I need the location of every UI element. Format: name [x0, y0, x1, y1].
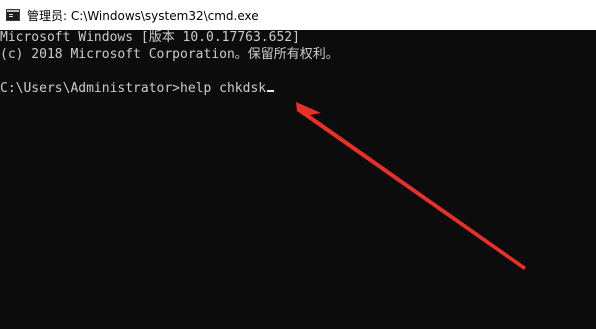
command-line[interactable]: C:\Users\Administrator>help chkdsk	[0, 81, 275, 97]
cmd-window: 管理员: C:\Windows\system32\cmd.exe Microso…	[0, 0, 596, 329]
title-bar[interactable]: 管理员: C:\Windows\system32\cmd.exe	[0, 0, 596, 30]
console-area[interactable]: Microsoft Windows [版本 10.0.17763.652] (c…	[0, 30, 596, 329]
text-cursor	[267, 90, 275, 92]
copyright-line: (c) 2018 Microsoft Corporation。保留所有权利。	[0, 47, 339, 62]
version-line: Microsoft Windows [版本 10.0.17763.652]	[0, 30, 300, 45]
cmd-icon	[6, 9, 20, 21]
window-title: 管理员: C:\Windows\system32\cmd.exe	[27, 8, 259, 23]
prompt-command-text: C:\Users\Administrator>help chkdsk	[0, 81, 267, 96]
